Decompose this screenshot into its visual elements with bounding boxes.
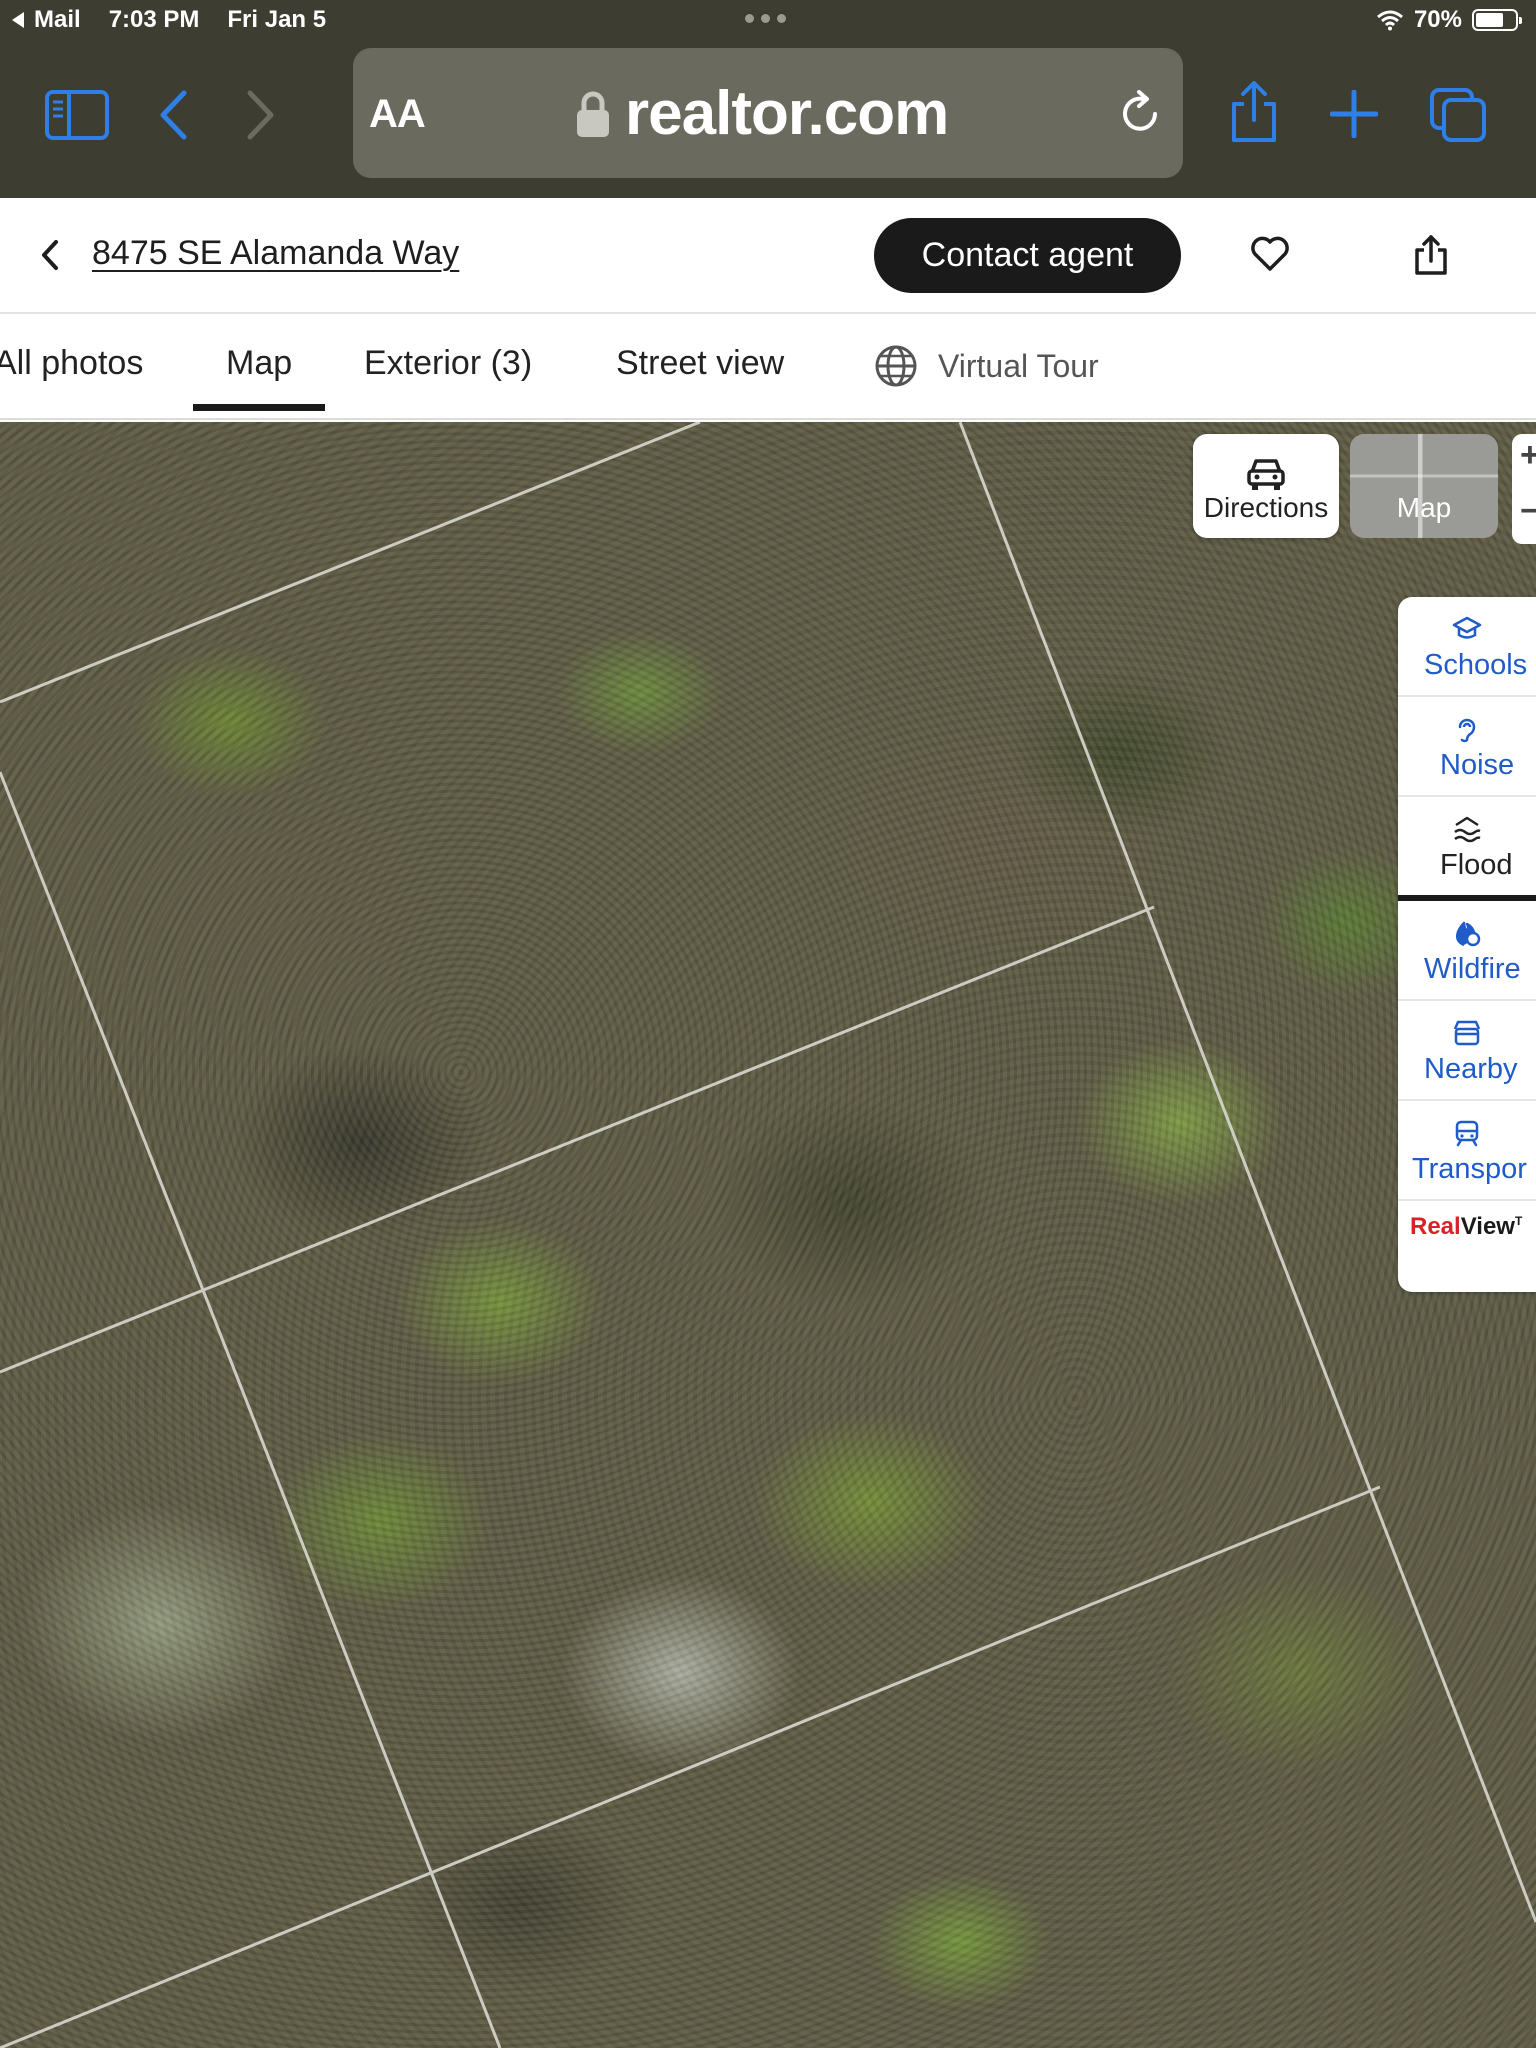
layer-noise[interactable]: Noise bbox=[1398, 697, 1536, 797]
map-type-toggle[interactable]: Map bbox=[1350, 434, 1498, 538]
share-listing-icon[interactable] bbox=[1413, 234, 1449, 276]
satellite-map[interactable]: Directions Map + − Schools Noise Flood W… bbox=[0, 422, 1536, 2048]
zoom-in-icon[interactable]: + bbox=[1520, 436, 1536, 475]
battery-percent: 70% bbox=[1413, 6, 1462, 33]
share-icon[interactable] bbox=[1226, 80, 1282, 144]
layer-label: Transpor bbox=[1412, 1153, 1527, 1185]
layer-label: Nearby bbox=[1424, 1053, 1518, 1085]
nearby-icon bbox=[1453, 1020, 1481, 1046]
layer-label: Wildfire bbox=[1424, 953, 1521, 985]
wildfire-icon bbox=[1456, 921, 1481, 947]
layer-wildfire[interactable]: Wildfire bbox=[1398, 901, 1536, 1001]
reload-icon[interactable] bbox=[1119, 88, 1163, 134]
listing-address-link[interactable]: 8475 SE Alamanda Way bbox=[92, 234, 459, 273]
battery-icon bbox=[1472, 9, 1522, 31]
address-bar[interactable]: AA realtor.com bbox=[353, 48, 1183, 178]
contact-agent-button[interactable]: Contact agent bbox=[874, 218, 1181, 293]
url-text: realtor.com bbox=[625, 79, 949, 148]
status-time: 7:03 PM bbox=[108, 6, 200, 33]
school-icon bbox=[1452, 616, 1482, 639]
zoom-control[interactable]: + − bbox=[1512, 434, 1536, 544]
parcel-boundaries bbox=[0, 422, 1536, 2048]
multitask-handle[interactable] bbox=[745, 14, 786, 23]
layer-transport[interactable]: Transpor bbox=[1398, 1101, 1536, 1201]
tabs-icon[interactable] bbox=[1428, 86, 1490, 144]
layer-label: Noise bbox=[1440, 749, 1515, 781]
transport-icon bbox=[1455, 1120, 1479, 1147]
status-date: Fri Jan 5 bbox=[227, 6, 327, 33]
status-bar: Mail 7:03 PM Fri Jan 5 70% bbox=[0, 0, 1536, 40]
heart-icon[interactable] bbox=[1250, 236, 1290, 272]
noise-icon bbox=[1458, 718, 1476, 743]
media-tabs: All photos Map Exterior (3) Street view … bbox=[0, 314, 1536, 420]
layer-schools[interactable]: Schools bbox=[1398, 597, 1536, 697]
lock-icon bbox=[577, 91, 609, 137]
text-size-button[interactable]: AA bbox=[369, 92, 426, 137]
layer-label: Flood bbox=[1440, 849, 1513, 881]
forward-icon[interactable] bbox=[246, 90, 276, 140]
sidebar-icon[interactable] bbox=[45, 90, 109, 140]
browser-chrome: Mail 7:03 PM Fri Jan 5 70% AA realtor.co… bbox=[0, 0, 1536, 198]
map-type-label: Map bbox=[1396, 492, 1452, 523]
layer-flood[interactable]: Flood bbox=[1398, 797, 1536, 901]
wifi-icon bbox=[1376, 10, 1403, 31]
back-to-app[interactable]: Mail bbox=[12, 6, 81, 34]
tab-street-view[interactable]: Street view bbox=[616, 344, 784, 383]
new-tab-icon[interactable] bbox=[1330, 90, 1378, 138]
tab-exterior[interactable]: Exterior (3) bbox=[364, 344, 532, 383]
back-icon[interactable] bbox=[158, 90, 188, 140]
realview-logo[interactable]: RealViewT bbox=[1410, 1213, 1522, 1241]
virtual-tour-label: Virtual Tour bbox=[938, 347, 1099, 384]
back-triangle-icon bbox=[12, 12, 24, 28]
directions-button[interactable]: Directions bbox=[1193, 434, 1339, 538]
map-layers-panel: Schools Noise Flood Wildfire Nearby Tran… bbox=[1398, 597, 1536, 1292]
screen: Mail 7:03 PM Fri Jan 5 70% AA realtor.co… bbox=[0, 0, 1536, 2048]
tab-all-photos[interactable]: All photos bbox=[0, 344, 143, 383]
back-app-label: Mail bbox=[34, 6, 81, 33]
flood-icon bbox=[1454, 816, 1481, 843]
chevron-left-icon[interactable] bbox=[40, 238, 60, 272]
tab-map[interactable]: Map bbox=[192, 344, 326, 411]
layer-nearby[interactable]: Nearby bbox=[1398, 1001, 1536, 1101]
globe-icon bbox=[875, 345, 917, 387]
tab-virtual-tour[interactable]: Virtual Tour bbox=[874, 344, 1099, 388]
car-icon bbox=[1247, 459, 1285, 490]
directions-label: Directions bbox=[1203, 492, 1329, 523]
zoom-out-icon[interactable]: − bbox=[1520, 492, 1536, 531]
layer-label: Schools bbox=[1424, 649, 1528, 681]
listing-header: 8475 SE Alamanda Way Contact agent bbox=[0, 198, 1536, 314]
